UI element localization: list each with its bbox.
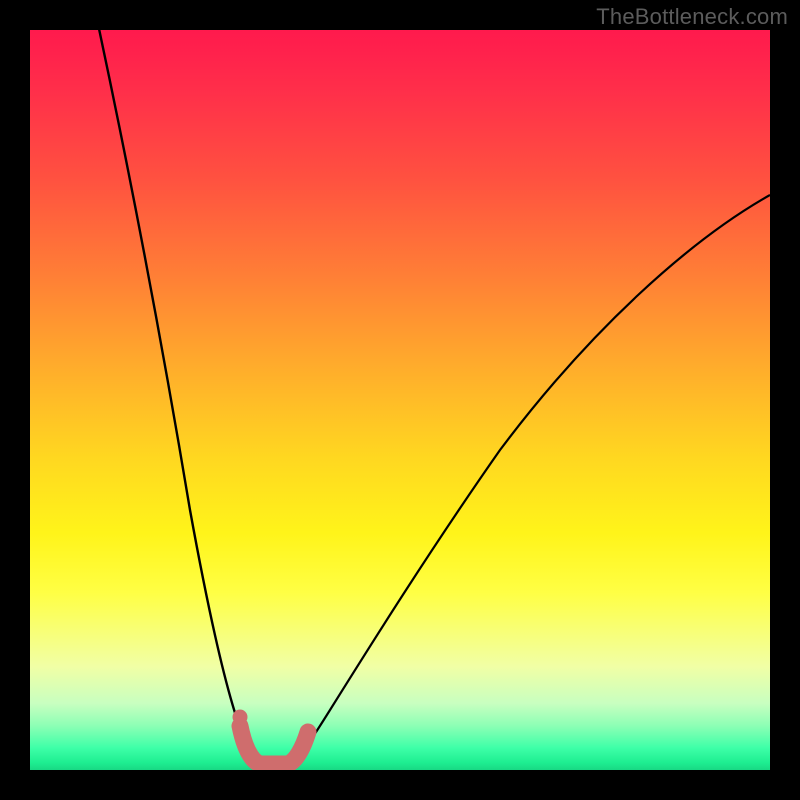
curve-left-branch xyxy=(95,30,259,765)
curve-right-branch xyxy=(291,195,770,765)
curve-layer xyxy=(30,30,770,770)
chart-frame: TheBottleneck.com xyxy=(0,0,800,800)
watermark-text: TheBottleneck.com xyxy=(596,4,788,30)
plot-area xyxy=(30,30,770,770)
highlight-optimum-band xyxy=(240,726,308,764)
highlight-dot xyxy=(233,710,248,725)
